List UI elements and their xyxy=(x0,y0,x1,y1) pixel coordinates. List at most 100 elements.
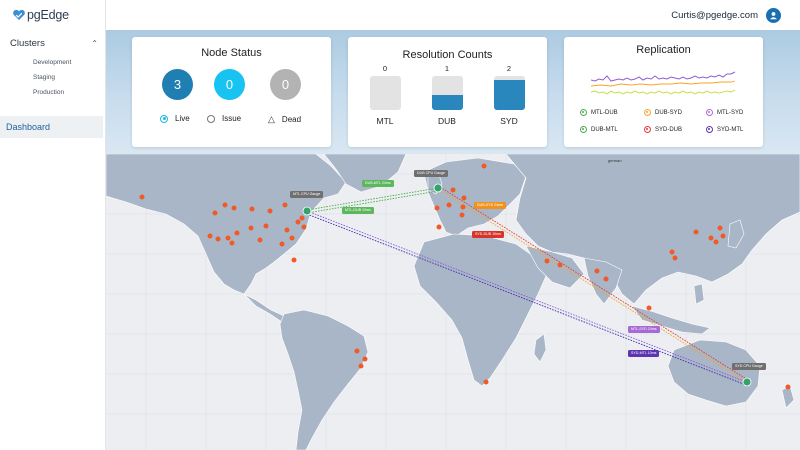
sidebar: pgEdge Clusters ⌃ Development Staging Pr… xyxy=(0,0,106,450)
mtl-resolution-value: 0 xyxy=(382,64,388,73)
chevron-up-icon: ⌃ xyxy=(91,39,98,48)
issue-count-circle[interactable]: 0 xyxy=(214,69,245,100)
legend-syd-dub[interactable]: SYD-DUB xyxy=(644,126,682,133)
region-point xyxy=(669,249,675,255)
clusters-section-toggle[interactable]: Clusters ⌃ xyxy=(10,38,98,49)
region-point xyxy=(446,202,452,208)
sidebar-item-development[interactable]: Development xyxy=(33,59,71,66)
region-point xyxy=(713,239,719,245)
region-point xyxy=(301,224,307,230)
resolution-counts-title: Resolution Counts xyxy=(402,49,493,61)
top-bar: Curtis@pgedge.com xyxy=(106,0,800,30)
replication-title: Replication xyxy=(636,44,691,56)
dub-resolution-fill xyxy=(432,94,463,110)
live-legend: Live xyxy=(160,114,190,123)
region-point xyxy=(672,255,678,261)
region-point xyxy=(354,348,360,354)
region-point xyxy=(603,276,609,282)
dub-syd-radio-icon xyxy=(644,109,651,116)
region-point xyxy=(594,268,600,274)
region-point xyxy=(481,163,487,169)
region-point xyxy=(646,305,652,311)
mtl-syd-latency-tag[interactable]: MTL-SYD 24ms xyxy=(628,326,660,333)
dead-legend: △ Dead xyxy=(268,114,301,125)
africa-land xyxy=(413,233,547,387)
syd-cpu-gauge-tag[interactable]: SYD CPU Gauge xyxy=(732,363,766,370)
dead-count-circle[interactable]: 0 xyxy=(270,69,301,100)
legend-dub-syd[interactable]: DUB-SYD xyxy=(644,109,682,116)
sidebar-item-staging[interactable]: Staging xyxy=(33,74,55,81)
legend-syd-mtl-label: SYD-MTL xyxy=(717,126,744,133)
dub-resolution-bar[interactable] xyxy=(432,76,463,110)
region-point xyxy=(229,240,235,246)
clusters-label: Clusters xyxy=(10,38,45,49)
region-point xyxy=(267,208,273,214)
syd-mtl-latency-tag[interactable]: SYD-MTL 10ms xyxy=(628,350,660,357)
region-point xyxy=(222,202,228,208)
legend-mtl-dub-label: MTL-DUB xyxy=(591,109,618,116)
legend-syd-mtl[interactable]: SYD-MTL xyxy=(706,126,743,133)
mtl-resolution-label: MTL xyxy=(376,116,394,126)
mtl-cpu-gauge-tag[interactable]: MTL CPU Gauge xyxy=(290,191,324,198)
dub-resolution-value: 1 xyxy=(444,64,450,73)
region-point xyxy=(461,195,467,201)
live-count-circle[interactable]: 3 xyxy=(162,69,193,100)
philippines-land xyxy=(693,283,705,305)
node-status-card: Node Status 3 0 0 Live Issue △ Dead xyxy=(132,37,331,147)
north-america-land xyxy=(106,154,347,295)
warning-triangle-icon: △ xyxy=(268,114,275,124)
region-point xyxy=(248,225,254,231)
mtl-dub-latency-tag[interactable]: MTL-DUB 10ms xyxy=(342,207,374,214)
syd-mtl-radio-icon xyxy=(706,126,713,133)
legend-dub-mtl-label: DUB-MTL xyxy=(591,126,618,133)
dub-mtl-radio-icon xyxy=(580,126,587,133)
region-point xyxy=(284,227,290,233)
heart-logo-icon xyxy=(13,9,25,20)
region-point xyxy=(282,202,288,208)
sidebar-item-production[interactable]: Production xyxy=(33,89,64,96)
region-point xyxy=(785,384,791,390)
region-point xyxy=(544,258,550,264)
syd-dub-radio-icon xyxy=(644,126,651,133)
dub-resolution-label: DUB xyxy=(438,116,456,126)
region-point xyxy=(358,363,364,369)
avatar[interactable] xyxy=(766,7,781,23)
resolution-counts-card: Resolution Counts 0 1 2 MTL DUB SYD xyxy=(348,37,547,147)
asia-land xyxy=(505,154,800,305)
legend-mtl-syd-label: MTL-SYD xyxy=(717,109,744,116)
south-america-land xyxy=(279,309,369,450)
user-email[interactable]: Curtis@pgedge.com xyxy=(671,10,758,21)
mtl-dub-radio-icon xyxy=(580,109,587,116)
dub-mtl-latency-tag[interactable]: DUB-MTL 24ms xyxy=(362,180,394,187)
syd-dub-latency-tag[interactable]: SYD-DUB 10ms xyxy=(472,231,504,238)
region-point xyxy=(212,210,218,216)
legend-mtl-dub[interactable]: MTL-DUB xyxy=(580,109,618,116)
sidebar-item-dashboard[interactable]: Dashboard xyxy=(0,116,103,138)
region-point xyxy=(434,205,440,211)
pgedge-logo[interactable]: pgEdge xyxy=(12,7,69,23)
legend-dub-syd-label: DUB-SYD xyxy=(655,109,683,116)
region-point xyxy=(215,236,221,242)
dub-node xyxy=(433,183,443,193)
legend-mtl-syd[interactable]: MTL-SYD xyxy=(706,109,743,116)
region-point xyxy=(450,187,456,193)
syd-resolution-bar[interactable] xyxy=(494,76,525,110)
region-point xyxy=(483,379,489,385)
legend-dub-mtl[interactable]: DUB-MTL xyxy=(580,126,618,133)
dub-syd-latency-tag[interactable]: DUB-SYD 24ms xyxy=(474,202,506,209)
live-status-icon xyxy=(160,114,168,123)
region-point xyxy=(234,230,240,236)
region-point xyxy=(460,204,466,210)
syd-resolution-value: 2 xyxy=(506,64,512,73)
dashboard-label: Dashboard xyxy=(6,122,51,132)
world-map-canvas xyxy=(106,154,800,450)
region-point xyxy=(263,223,269,229)
user-icon xyxy=(770,11,777,19)
world-map[interactable]: german MTL CPU Gauge DUB CPU Gauge SYD C… xyxy=(106,154,800,450)
region-point xyxy=(225,235,231,241)
map-caption: german xyxy=(608,158,622,163)
region-point xyxy=(257,237,263,243)
region-point xyxy=(291,257,297,263)
mtl-resolution-bar[interactable] xyxy=(370,76,401,110)
dub-cpu-gauge-tag[interactable]: DUB CPU Gauge xyxy=(414,170,448,177)
